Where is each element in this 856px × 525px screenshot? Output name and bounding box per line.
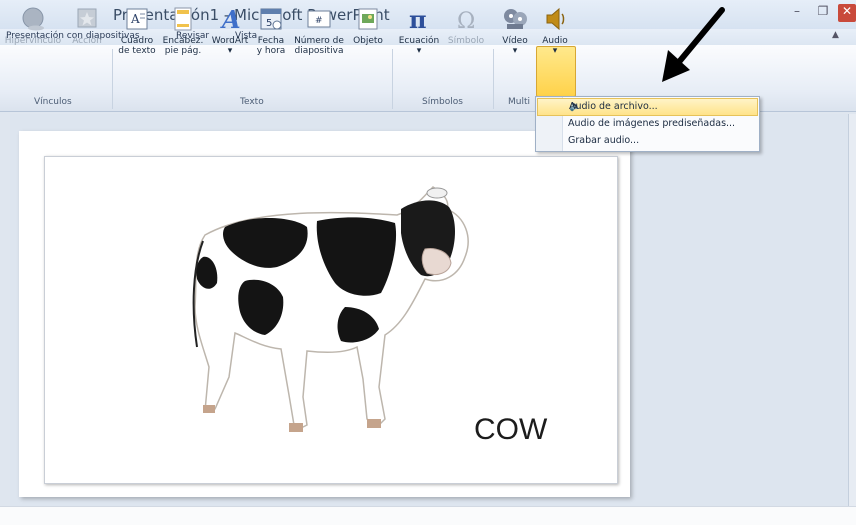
equation-button[interactable]: π Ecuación ▾	[396, 6, 442, 56]
wordart-label: WordArt	[211, 36, 249, 46]
maximize-button[interactable]: ❐	[812, 4, 834, 22]
wordart-dropdown-icon: ▾	[227, 46, 233, 56]
object-button[interactable]: Objeto	[348, 6, 388, 46]
wordart-button[interactable]: A WordArt ▾	[207, 6, 253, 56]
header-footer-icon	[174, 7, 192, 31]
audio-label: Audio	[542, 36, 568, 46]
hyperlink-label: Hipervínculo	[4, 36, 62, 46]
menu-item-label: Audio de archivo...	[569, 101, 658, 112]
svg-text:Ω: Ω	[457, 9, 475, 32]
date-time-label-2: y hora	[256, 46, 286, 56]
svg-text:#: #	[315, 16, 323, 26]
slide-number-button[interactable]: # Número de diapositiva	[290, 6, 348, 56]
menu-item-audio-from-file[interactable]: 🔈 Audio de archivo...	[537, 98, 758, 116]
header-footer-label-1: Encabez.	[162, 36, 204, 46]
group-label-links: Vínculos	[34, 97, 72, 107]
header-footer-label-2: pie pág.	[164, 46, 202, 56]
textbox-icon: A	[126, 8, 148, 30]
audio-dropdown-menu: 🔈 Audio de archivo... Audio de imágenes …	[535, 96, 760, 152]
slide-caption[interactable]: COW	[474, 413, 547, 447]
group-label-multimedia: Multi	[508, 97, 530, 107]
group-label-text: Texto	[240, 97, 264, 107]
close-button[interactable]: ✕	[838, 4, 856, 22]
speaker-icon	[546, 7, 565, 31]
group-separator	[112, 49, 113, 109]
svg-text:A: A	[220, 6, 241, 32]
hyperlink-button[interactable]: Hipervínculo	[2, 6, 64, 46]
date-time-label-1: Fecha	[257, 36, 285, 46]
audio-button[interactable]: Audio ▾	[536, 6, 574, 56]
pi-icon: π	[409, 6, 427, 32]
menu-item-clipart-audio[interactable]: Audio de imágenes prediseñadas...	[564, 116, 757, 132]
textbox-button[interactable]: A Cuadro de texto	[116, 6, 158, 56]
textbox-label-2: de texto	[118, 46, 156, 56]
menu-item-record-audio[interactable]: Grabar audio...	[564, 133, 757, 149]
video-button[interactable]: Vídeo ▾	[497, 6, 533, 56]
action-button[interactable]: Acción	[68, 6, 106, 46]
calendar-icon: 5	[260, 8, 282, 30]
equation-label: Ecuación	[398, 36, 440, 46]
video-dropdown-icon: ▾	[512, 46, 518, 56]
header-footer-button[interactable]: Encabez. pie pág.	[161, 6, 205, 56]
omega-icon: Ω	[457, 9, 475, 32]
group-separator	[493, 49, 494, 109]
video-label: Vídeo	[502, 36, 528, 46]
equation-dropdown-icon: ▾	[416, 46, 422, 56]
film-reel-icon	[504, 9, 527, 29]
svg-text:A: A	[130, 12, 140, 26]
textbox-label-1: Cuadro	[120, 36, 154, 46]
symbol-button[interactable]: Ω Símbolo	[444, 6, 488, 46]
date-time-button[interactable]: 5 Fecha y hora	[253, 6, 289, 56]
status-bar	[0, 506, 856, 525]
object-icon	[358, 8, 378, 30]
audio-dropdown-icon: ▾	[552, 46, 558, 56]
group-separator	[392, 49, 393, 109]
slide-number-icon: #	[307, 10, 331, 28]
menu-item-label: Grabar audio...	[568, 135, 640, 146]
annotation-arrow-icon	[662, 7, 725, 82]
group-label-symbols: Símbolos	[422, 97, 463, 107]
slide-number-label-2: diapositiva	[294, 46, 344, 56]
vertical-scrollbar[interactable]	[848, 114, 856, 506]
action-star-icon	[77, 8, 97, 28]
slide-number-label-1: Número de	[294, 36, 344, 46]
ribbon-minimize-icon[interactable]: ▲	[832, 30, 839, 40]
action-label: Acción	[72, 36, 102, 46]
symbol-label: Símbolo	[447, 36, 485, 46]
svg-text:π: π	[409, 6, 427, 32]
menu-item-label: Audio de imágenes prediseñadas...	[568, 118, 736, 129]
globe-icon	[22, 7, 44, 31]
minimize-button[interactable]: –	[786, 4, 808, 22]
svg-text:5: 5	[266, 18, 272, 29]
object-label: Objeto	[353, 36, 383, 46]
wordart-icon: A	[220, 6, 241, 32]
